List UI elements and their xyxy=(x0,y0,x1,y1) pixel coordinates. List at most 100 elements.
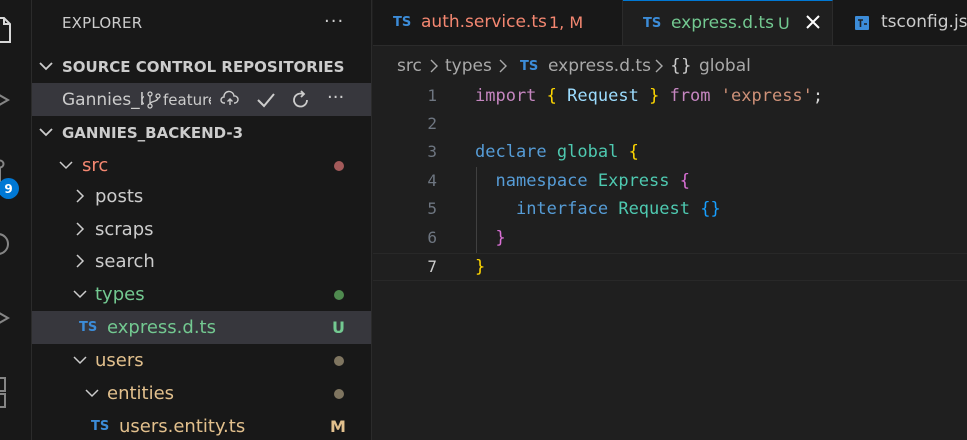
status-dot xyxy=(334,290,344,300)
chevron-down-icon xyxy=(73,290,87,299)
source-control-repositories-section[interactable]: SOURCE CONTROL REPOSITORIES xyxy=(32,50,371,83)
tab-problems-status: 1, M xyxy=(549,13,584,32)
tab-label: auth.service.ts xyxy=(421,12,547,32)
more-actions-button[interactable]: ··· xyxy=(324,11,344,32)
line-number: 2 xyxy=(427,114,437,133)
tree-file-users-entity-ts[interactable]: TS users.entity.ts M xyxy=(32,410,371,440)
source-control-badge: 9 xyxy=(0,178,19,199)
line-number: 6 xyxy=(427,228,437,247)
run-debug-icon[interactable] xyxy=(0,228,32,260)
code-line[interactable]: 5 interface Request {} xyxy=(373,196,967,224)
line-content: } xyxy=(495,228,506,248)
tree-folder-users[interactable]: users xyxy=(32,344,371,377)
file-name: users.entity.ts xyxy=(119,416,246,437)
line-content: namespace Express { xyxy=(495,171,691,191)
chevron-right-icon xyxy=(499,59,507,73)
chevron-right-icon xyxy=(76,222,85,236)
line-number: 1 xyxy=(427,86,437,105)
line-number: 3 xyxy=(427,142,437,161)
chevron-down-icon xyxy=(85,389,99,398)
code-line-current[interactable]: 7 } xyxy=(373,253,967,281)
line-content: import { Request } from 'express'; xyxy=(475,86,824,106)
code-line[interactable]: 2 xyxy=(373,111,967,139)
project-label: GANNIES_BACKEND-3 xyxy=(62,124,244,142)
folder-name: entities xyxy=(107,383,175,404)
line-content: declare global { xyxy=(475,142,639,162)
commit-check-icon[interactable] xyxy=(255,89,277,111)
chevron-down-icon xyxy=(39,128,53,137)
breadcrumb: src types TS express.d.ts {} global xyxy=(373,47,967,83)
activity-bar: 9 xyxy=(0,0,32,440)
folder-name: search xyxy=(95,251,155,272)
code-line[interactable]: 3 declare global { xyxy=(373,139,967,167)
tree-folder-entities[interactable]: entities xyxy=(32,377,371,410)
tree-folder-posts[interactable]: posts xyxy=(32,180,371,213)
typescript-file-icon: TS xyxy=(91,419,110,434)
close-icon[interactable] xyxy=(803,12,823,32)
chevron-down-icon xyxy=(39,62,53,71)
typescript-file-icon: TS xyxy=(520,59,539,74)
tab-express-d-ts[interactable]: TS express.d.ts U xyxy=(623,0,833,45)
tab-git-status: U xyxy=(778,14,790,33)
line-content: interface Request {} xyxy=(515,199,721,219)
tab-label: express.d.ts xyxy=(671,13,774,33)
search-icon[interactable] xyxy=(0,82,32,114)
tree-file-express-d-ts[interactable]: TS express.d.ts U xyxy=(32,311,371,344)
tree-folder-types[interactable]: types xyxy=(32,278,371,311)
folder-name: types xyxy=(95,284,145,305)
code-line[interactable]: 1 import { Request } from 'express'; xyxy=(373,83,967,111)
typescript-file-icon: TS xyxy=(643,16,662,31)
refresh-icon[interactable] xyxy=(290,89,312,111)
repository-more-button[interactable]: ··· xyxy=(327,87,344,108)
tree-folder-search[interactable]: search xyxy=(32,245,371,278)
explorer-icon[interactable] xyxy=(0,10,32,43)
code-line[interactable]: 4 namespace Express { xyxy=(373,168,967,196)
publish-cloud-icon[interactable] xyxy=(220,89,240,109)
code-line[interactable]: 6 } xyxy=(373,225,967,253)
tab-label: tsconfig.json xyxy=(881,12,967,32)
breadcrumb-file[interactable]: express.d.ts xyxy=(548,56,651,76)
namespace-braces-icon: {} xyxy=(670,56,692,76)
line-number: 7 xyxy=(427,257,437,276)
chevron-right-icon xyxy=(430,59,438,73)
line-content: } xyxy=(475,257,486,277)
typescript-file-icon: TS xyxy=(79,320,98,335)
chevron-right-icon xyxy=(76,254,85,268)
chevron-right-icon xyxy=(655,59,663,73)
git-status: M xyxy=(330,417,346,436)
breadcrumb-src[interactable]: src xyxy=(397,56,422,76)
breadcrumb-types[interactable]: types xyxy=(445,56,492,76)
tree-folder-src[interactable]: src xyxy=(32,149,371,182)
status-dot xyxy=(334,356,344,366)
explorer-title: EXPLORER xyxy=(62,14,143,32)
folder-name: users xyxy=(95,350,144,371)
section-label: SOURCE CONTROL REPOSITORIES xyxy=(62,58,345,76)
code-editor[interactable]: 1 import { Request } from 'express'; 2 3… xyxy=(373,83,967,440)
explorer-header: EXPLORER ··· xyxy=(32,0,371,46)
repository-name: Gannies_backend-3 xyxy=(62,90,144,110)
remote-explorer-icon[interactable] xyxy=(0,300,32,332)
branch-name[interactable]: feature xyxy=(163,91,211,109)
project-section[interactable]: GANNIES_BACKEND-3 xyxy=(32,116,371,149)
extensions-icon[interactable] xyxy=(0,370,32,408)
tab-tsconfig-json[interactable]: tsconfig.json xyxy=(833,0,967,45)
breadcrumb-global[interactable]: global xyxy=(699,56,751,76)
folder-name: src xyxy=(82,155,109,176)
typescript-file-icon: TS xyxy=(393,15,412,30)
repository-row[interactable]: Gannies_backend-3 feature ··· xyxy=(32,83,371,116)
tab-auth-service-ts[interactable]: TS auth.service.ts 1, M xyxy=(373,0,623,45)
chevron-down-icon xyxy=(59,161,73,170)
file-name: express.d.ts xyxy=(107,317,216,338)
folder-name: posts xyxy=(95,186,144,207)
tree-folder-scraps[interactable]: scraps xyxy=(32,213,371,246)
explorer-sidebar: EXPLORER ··· SOURCE CONTROL REPOSITORIES… xyxy=(32,0,372,440)
folder-name: scraps xyxy=(95,219,154,240)
line-number: 5 xyxy=(427,199,437,218)
chevron-right-icon xyxy=(76,189,85,203)
status-dot xyxy=(334,389,344,399)
editor-tabs: TS auth.service.ts 1, M TS express.d.ts … xyxy=(373,0,967,46)
git-branch-icon xyxy=(147,91,161,109)
line-number: 4 xyxy=(427,171,437,190)
git-status: U xyxy=(332,318,345,337)
status-dot xyxy=(334,161,344,171)
